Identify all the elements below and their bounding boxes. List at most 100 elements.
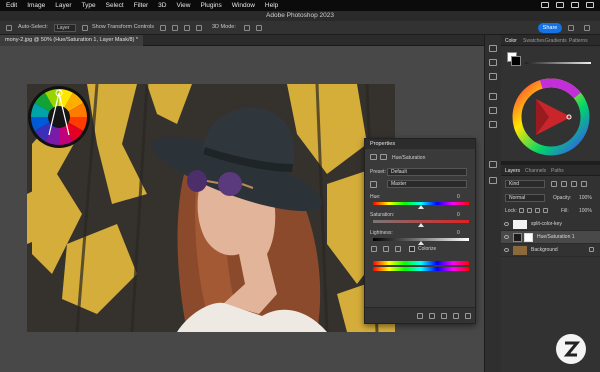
tab-swatches[interactable]: Swatches (523, 38, 545, 44)
wifi-icon (556, 2, 564, 8)
hue-saturation-icon (370, 154, 377, 160)
saturation-value[interactable]: 0 (457, 212, 460, 218)
menu-image[interactable]: Image (27, 2, 45, 9)
tab-color[interactable]: Color (505, 38, 517, 44)
layer-row[interactable]: Background (501, 244, 600, 257)
layer-name: Background (531, 247, 558, 253)
spectrum-bar-bottom[interactable] (373, 267, 469, 271)
menu-3d[interactable]: 3D (158, 2, 166, 9)
lightness-value[interactable]: 0 (457, 230, 460, 236)
trash-icon[interactable] (465, 313, 471, 319)
hue-slider-thumb[interactable] (418, 205, 424, 209)
menu-layer[interactable]: Layer (55, 2, 71, 9)
3d-mode-label: 3D Mode: (212, 24, 236, 30)
eyedropper-plus-icon[interactable] (383, 246, 389, 252)
lightness-slider-thumb[interactable] (418, 241, 424, 245)
battery-icon (541, 2, 549, 8)
lock-label: Lock: (505, 208, 517, 214)
spectrum-bar-top (373, 261, 469, 265)
move-tool-icon[interactable] (6, 25, 12, 31)
logo-icon (563, 341, 581, 357)
view-previous-icon[interactable] (429, 313, 435, 319)
filter-pixel-icon[interactable] (551, 181, 557, 187)
play-icon[interactable] (489, 59, 497, 66)
preset-dropdown[interactable]: Default (387, 168, 467, 176)
share-button[interactable]: Share (538, 23, 562, 33)
menu-type[interactable]: Type (82, 2, 96, 9)
transform-checkbox[interactable] (82, 25, 88, 31)
lock-artboard-icon[interactable] (535, 208, 540, 213)
hand-target-icon[interactable] (370, 181, 377, 188)
saturation-slider-thumb[interactable] (418, 223, 424, 227)
tab-gradients[interactable]: Gradients (545, 38, 567, 44)
align-top-icon[interactable] (196, 25, 202, 31)
layer-row[interactable]: split-color-key (501, 218, 600, 231)
eye-icon[interactable] (504, 222, 509, 226)
tab-channels[interactable]: Channels (525, 168, 546, 174)
workspace-icon[interactable] (584, 25, 590, 31)
adjustments-icon[interactable] (489, 73, 497, 80)
opacity-value[interactable]: 100% (579, 195, 592, 201)
mask-icon[interactable] (380, 154, 387, 160)
history-icon[interactable] (489, 45, 497, 52)
clip-layer-icon[interactable] (417, 313, 423, 319)
saturation-label: Saturation: (370, 212, 395, 218)
search-icon[interactable] (568, 25, 574, 31)
brightness-slider[interactable] (525, 62, 591, 64)
tab-patterns[interactable]: Patterns (569, 38, 588, 44)
brush-icon[interactable] (489, 93, 497, 100)
channel-dropdown[interactable]: Master (387, 180, 467, 188)
lock-icon (589, 247, 594, 252)
auto-select-target-dropdown[interactable]: Layer (54, 24, 76, 32)
align-left-icon[interactable] (160, 25, 166, 31)
lock-all-icon[interactable] (543, 208, 548, 213)
align-center-icon[interactable] (172, 25, 178, 31)
menu-help[interactable]: Help (265, 2, 278, 9)
layers-panel-tabs: Layers Channels Paths (501, 165, 600, 176)
hue-ring-icon (512, 78, 590, 156)
panel-dock-strip (484, 35, 501, 372)
3d-rotate-icon[interactable] (244, 25, 250, 31)
lightness-label: Lightness: (370, 230, 393, 236)
eyedropper-minus-icon[interactable] (395, 246, 401, 252)
eye-icon[interactable] (504, 248, 509, 252)
colorize-checkbox[interactable] (409, 246, 415, 252)
clone-icon[interactable] (489, 107, 497, 114)
menu-edit[interactable]: Edit (6, 2, 17, 9)
tab-layers[interactable]: Layers (505, 168, 520, 174)
eyedropper-icon[interactable] (371, 246, 377, 252)
type-icon[interactable] (489, 121, 497, 128)
eye-icon[interactable] (504, 235, 509, 239)
libraries-icon[interactable] (489, 177, 497, 184)
hue-value[interactable]: 0 (457, 194, 460, 200)
filter-shape-icon[interactable] (581, 181, 587, 187)
visibility-icon[interactable] (453, 313, 459, 319)
blend-mode-dropdown[interactable]: Normal (505, 194, 545, 202)
properties-panel: Properties Hue/Saturation Preset: Defaul… (364, 138, 476, 324)
tab-paths[interactable]: Paths (551, 168, 564, 174)
filter-type-icon[interactable] (571, 181, 577, 187)
reset-icon[interactable] (441, 313, 447, 319)
menu-plugins[interactable]: Plugins (200, 2, 221, 9)
document-tab[interactable]: mony-2.jpg @ 50% (Hue/Saturation 1, Laye… (0, 35, 144, 46)
menu-window[interactable]: Window (232, 2, 255, 9)
color-wheel-picker[interactable] (511, 77, 591, 157)
properties-footer (365, 307, 475, 323)
background-swatch[interactable] (511, 56, 521, 66)
align-right-icon[interactable] (184, 25, 190, 31)
fill-value[interactable]: 100% (579, 208, 592, 214)
mask-icon[interactable] (524, 233, 533, 242)
lock-position-icon[interactable] (527, 208, 532, 213)
lock-pixels-icon[interactable] (519, 208, 524, 213)
filter-adjustment-icon[interactable] (561, 181, 567, 187)
channel-logo (556, 334, 586, 364)
info-icon[interactable] (489, 161, 497, 168)
menu-view[interactable]: View (176, 2, 190, 9)
menu-filter[interactable]: Filter (134, 2, 148, 9)
color-panel-tabs: Color Swatches Gradients Patterns (501, 35, 600, 46)
layer-row-selected[interactable]: Hue/Saturation 1 (501, 231, 600, 244)
3d-pan-icon[interactable] (256, 25, 262, 31)
filter-kind-dropdown[interactable]: Kind (505, 180, 545, 188)
show-transform-label: Show Transform Controls (92, 24, 155, 30)
menu-select[interactable]: Select (106, 2, 124, 9)
